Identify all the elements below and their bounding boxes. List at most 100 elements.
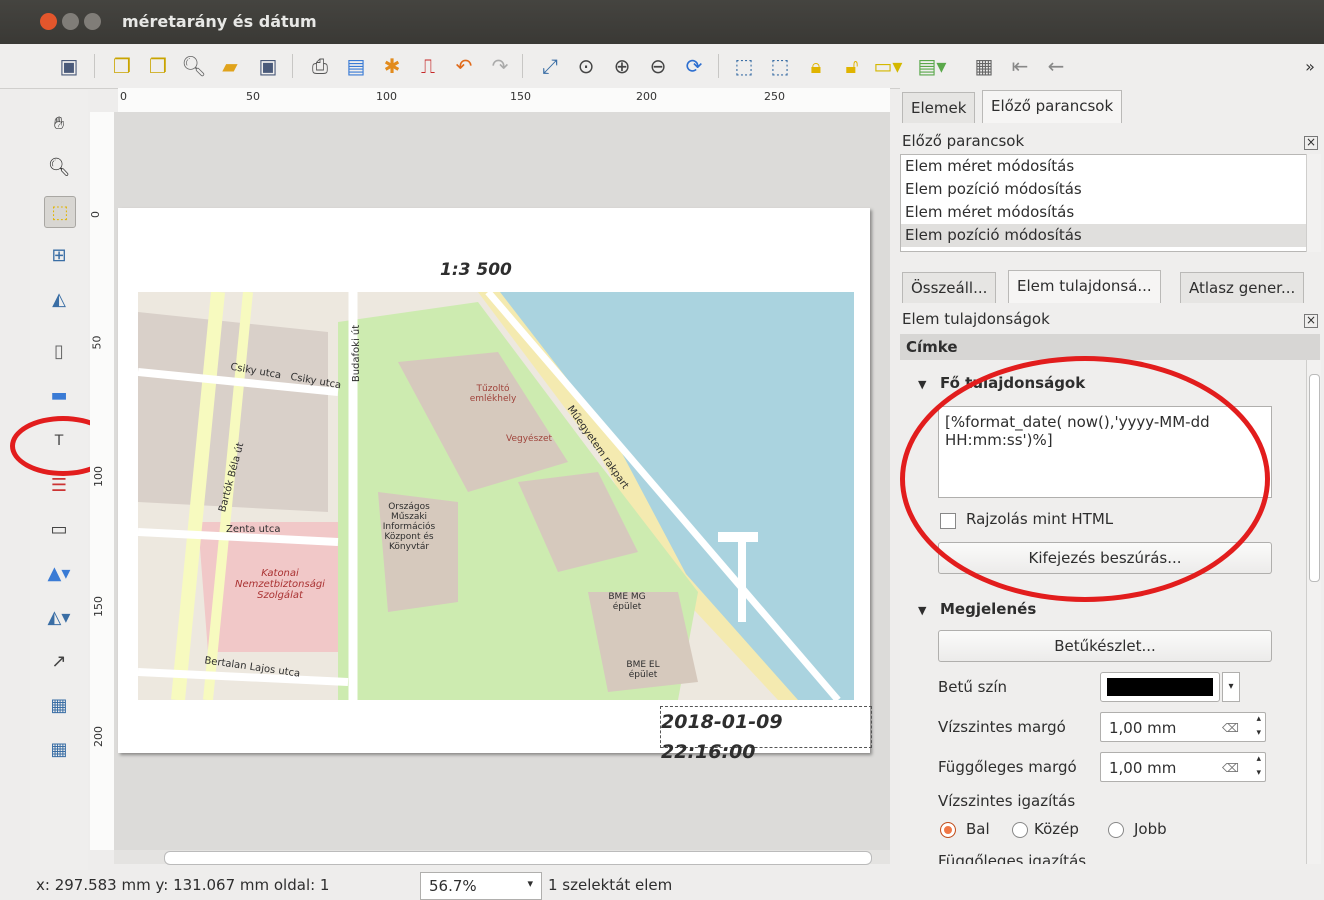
- section-title: Címke: [900, 334, 1320, 360]
- first-feature-icon[interactable]: ⇤: [1006, 52, 1034, 80]
- add-attribute-table-icon[interactable]: ▦: [44, 690, 74, 720]
- add-html-frame-icon[interactable]: ▦: [44, 734, 74, 764]
- align-left-radio[interactable]: [940, 822, 956, 838]
- zoom-out-icon[interactable]: ⊖: [644, 52, 672, 80]
- vertical-ruler: 0 50 100 150 200: [89, 112, 115, 850]
- open-folder-icon[interactable]: ▰: [216, 52, 244, 80]
- selection-count: 1 szelektát elem: [548, 876, 673, 894]
- collapse-arrow-icon[interactable]: ▼: [918, 604, 926, 617]
- stepper-icon[interactable]: ▴ ▾: [1256, 752, 1261, 780]
- export-pdf-icon[interactable]: ⎍: [414, 52, 442, 80]
- add-shape-icon[interactable]: ▲▾: [44, 558, 74, 588]
- ruler-label: 150: [510, 90, 531, 103]
- font-color-button[interactable]: [1100, 672, 1220, 702]
- map-drawing: [138, 292, 854, 700]
- close-icon[interactable]: ×: [1304, 314, 1318, 328]
- atlas-preview-icon[interactable]: ▦: [970, 52, 998, 80]
- add-image-icon[interactable]: ▬: [44, 380, 74, 410]
- cursor-coordinates: x: 297.583 mm y: 131.067 mm oldal: 1: [36, 876, 330, 894]
- list-item[interactable]: Elem méret módosítás: [901, 155, 1307, 178]
- zoom-tool-icon[interactable]: 🔍︎: [44, 152, 74, 182]
- align-center-radio[interactable]: [1012, 822, 1028, 838]
- deselect-icon[interactable]: ⬚: [766, 52, 794, 80]
- zoom-in-icon[interactable]: ⊕: [608, 52, 636, 80]
- more-tools-icon[interactable]: »: [1296, 52, 1324, 80]
- horizontal-margin-input[interactable]: 1,00 mm ⌫ ▴ ▾: [1100, 712, 1266, 742]
- ruler-label: 100: [376, 90, 397, 103]
- vertical-alignment-clip: Függőleges igazítás: [938, 852, 1238, 864]
- collapse-arrow-icon[interactable]: ▼: [918, 378, 926, 391]
- list-item[interactable]: Elem pozíció módosítás: [901, 178, 1307, 201]
- command-history-list[interactable]: Elem méret módosítás Elem pozíció módosí…: [900, 154, 1308, 252]
- add-map-icon[interactable]: ▯: [44, 336, 74, 366]
- print-icon[interactable]: ⎙: [306, 52, 334, 80]
- chevron-down-icon[interactable]: ▾: [527, 877, 533, 890]
- tab-item-properties[interactable]: Elem tulajdonsá...: [1008, 270, 1161, 303]
- pan-icon[interactable]: ✋︎: [44, 108, 74, 138]
- ruler-label: 200: [92, 726, 105, 747]
- map-label: Országos Műszaki Információs Központ és …: [382, 502, 436, 552]
- group-icon[interactable]: ▭▾: [874, 52, 903, 80]
- color-swatch: [1107, 678, 1213, 696]
- map-label: Vegyészet: [506, 434, 553, 444]
- horizontal-alignment-label: Vízszintes igazítás: [938, 792, 1076, 810]
- close-window-button[interactable]: [40, 13, 57, 30]
- composer-manager-icon[interactable]: 🔍︎: [180, 52, 208, 80]
- new-composer-icon[interactable]: ❐: [108, 52, 136, 80]
- window-title: méretarány és dátum: [122, 12, 317, 31]
- date-label[interactable]: 2018-01-09 22:16:00: [660, 706, 872, 763]
- add-scalebar-icon[interactable]: ▭: [44, 514, 74, 544]
- composer-canvas[interactable]: 1:3 500 Csiky utca Csiky utca Budafoki ú…: [114, 112, 890, 850]
- history-scrollbar[interactable]: [1306, 154, 1321, 252]
- map-item[interactable]: Csiky utca Csiky utca Budafoki út Zenta …: [138, 292, 854, 700]
- horizontal-margin-label: Vízszintes margó: [938, 718, 1066, 736]
- redo-icon[interactable]: ↷: [486, 52, 514, 80]
- select-move-item-icon[interactable]: ⬚: [44, 196, 76, 228]
- scrollbar-handle[interactable]: [1309, 374, 1320, 582]
- clear-icon[interactable]: ⌫: [1222, 753, 1239, 783]
- tab-atlas-generation[interactable]: Atlasz gener...: [1180, 272, 1305, 303]
- minimize-window-button[interactable]: [62, 13, 79, 30]
- move-content-icon[interactable]: ⊞: [44, 240, 74, 270]
- layout-page[interactable]: 1:3 500 Csiky utca Csiky utca Budafoki ú…: [118, 208, 872, 763]
- close-icon[interactable]: ×: [1304, 136, 1318, 150]
- save-as-template-icon[interactable]: ▣: [254, 52, 282, 80]
- add-nodes-icon[interactable]: ◭▾: [44, 602, 74, 632]
- appearance-group[interactable]: Megjelenés: [940, 600, 1036, 618]
- add-arrow-icon[interactable]: ↗: [44, 646, 74, 676]
- list-item[interactable]: Elem pozíció módosítás: [901, 224, 1307, 247]
- unlock-icon[interactable]: 🔓︎: [838, 52, 866, 80]
- properties-dock-title: Elem tulajdonságok: [902, 310, 1050, 328]
- clear-icon[interactable]: ⌫: [1222, 713, 1239, 743]
- zoom-actual-icon[interactable]: ⊙: [572, 52, 600, 80]
- lock-icon[interactable]: 🔒︎: [802, 52, 830, 80]
- export-image-icon[interactable]: ▤: [342, 52, 370, 80]
- canvas-horizontal-scrollbar[interactable]: [114, 850, 890, 865]
- tab-composition[interactable]: Összeáll...: [902, 272, 997, 303]
- tab-command-history[interactable]: Előző parancsok: [982, 90, 1123, 123]
- previous-feature-icon[interactable]: ←: [1042, 52, 1070, 80]
- align-left-label: Bal: [966, 820, 990, 838]
- properties-scrollbar[interactable]: [1306, 360, 1321, 864]
- list-item[interactable]: Elem méret módosítás: [901, 201, 1307, 224]
- duplicate-composer-icon[interactable]: ❐: [144, 52, 172, 80]
- select-all-icon[interactable]: ⬚: [730, 52, 758, 80]
- zoom-combobox[interactable]: 56.7% ▾: [420, 872, 542, 900]
- stepper-icon[interactable]: ▴ ▾: [1256, 712, 1261, 740]
- export-svg-icon[interactable]: ✱: [378, 52, 406, 80]
- vertical-margin-input[interactable]: 1,00 mm ⌫ ▴ ▾: [1100, 752, 1266, 782]
- color-dropdown[interactable]: ▾: [1222, 672, 1240, 702]
- scrollbar-handle[interactable]: [164, 851, 872, 865]
- undo-icon[interactable]: ↶: [450, 52, 478, 80]
- maximize-window-button[interactable]: [84, 13, 101, 30]
- save-icon[interactable]: ▣: [55, 52, 83, 80]
- map-label: BME EL épület: [626, 660, 660, 680]
- edit-nodes-icon[interactable]: ◭: [44, 284, 74, 314]
- zoom-full-icon[interactable]: ⤢: [536, 52, 564, 80]
- tab-items[interactable]: Elemek: [902, 92, 976, 123]
- font-button[interactable]: Betűkészlet...: [938, 630, 1272, 662]
- scale-label[interactable]: 1:3 500: [440, 260, 512, 280]
- align-right-radio[interactable]: [1108, 822, 1124, 838]
- refresh-icon[interactable]: ⟳: [680, 52, 708, 80]
- align-icon[interactable]: ▤▾: [918, 52, 947, 80]
